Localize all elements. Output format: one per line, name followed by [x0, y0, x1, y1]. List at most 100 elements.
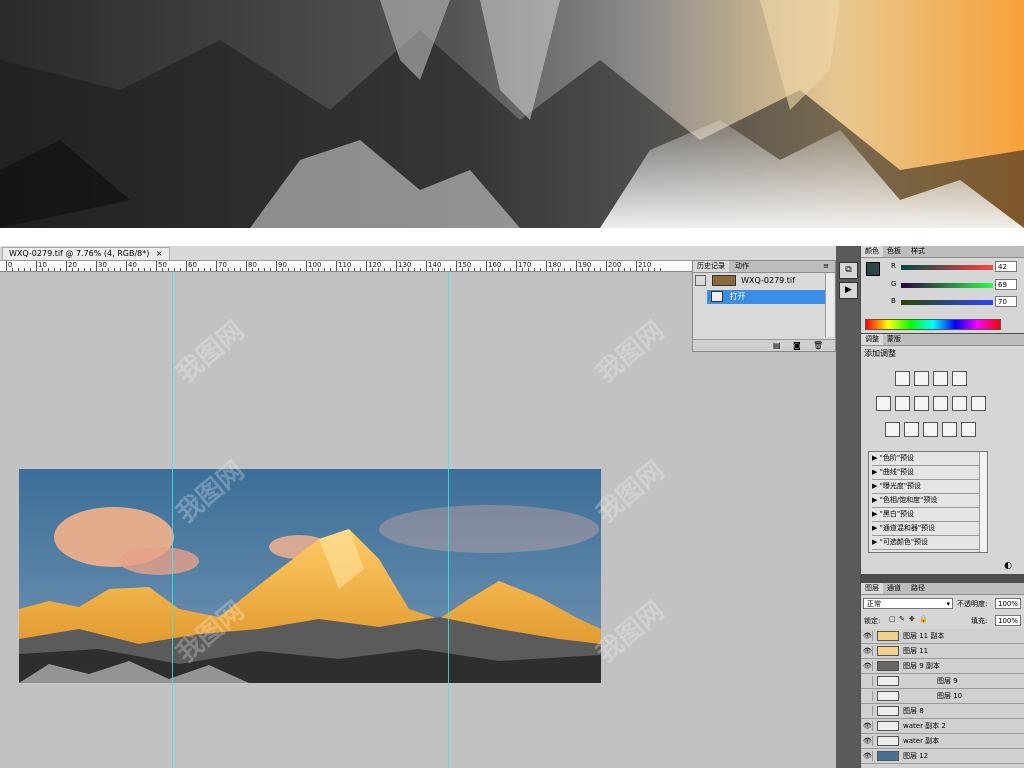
vibrance-icon[interactable]: [876, 396, 891, 411]
ruler-label: 30: [98, 261, 107, 269]
color-balance-icon[interactable]: [914, 396, 929, 411]
layer-row[interactable]: 图层 9: [861, 674, 1024, 689]
panel-menu-icon[interactable]: ≡: [819, 261, 833, 272]
ruler-minor-tick: [228, 268, 229, 271]
preset-levels[interactable]: ▶ "色阶"预设: [872, 452, 984, 466]
ruler-minor-tick: [174, 268, 175, 271]
red-track[interactable]: [901, 265, 993, 270]
photo-filter-icon[interactable]: [952, 396, 967, 411]
layer-row[interactable]: 👁 图层 9 副本: [861, 659, 1024, 674]
snapshot-source-icon[interactable]: [695, 275, 706, 286]
red-value[interactable]: 42: [995, 261, 1017, 272]
actions-panel-icon[interactable]: ▶: [839, 282, 858, 299]
ruler-minor-tick: [474, 268, 475, 271]
fill-input[interactable]: 100%: [995, 615, 1021, 626]
presets-scrollbar[interactable]: [979, 452, 987, 552]
tab-layers[interactable]: 图层: [861, 583, 883, 594]
layer-row[interactable]: 👁 图层 11 副本: [861, 629, 1024, 644]
exposure-icon[interactable]: [952, 371, 967, 386]
layer-row[interactable]: 图层 10: [861, 689, 1024, 704]
trash-icon[interactable]: 🗑: [813, 341, 823, 350]
tab-actions[interactable]: 动作: [731, 261, 753, 272]
chevron-down-icon: ▾: [946, 600, 950, 608]
guide-line-vertical[interactable]: [172, 272, 173, 768]
preset-black-white[interactable]: ▶ "黑白"预设: [872, 508, 984, 522]
tab-styles[interactable]: 样式: [907, 246, 929, 257]
eye-icon[interactable]: 👁: [863, 751, 873, 761]
layer-thumbnail: [877, 736, 899, 746]
curves-icon[interactable]: [933, 371, 948, 386]
tab-masks[interactable]: 蒙版: [883, 334, 905, 345]
hue-saturation-icon[interactable]: [895, 396, 910, 411]
blue-value[interactable]: 70: [995, 296, 1017, 307]
lock-move-icon[interactable]: ✥: [909, 615, 915, 623]
guide-line-vertical[interactable]: [448, 272, 449, 768]
brightness-icon[interactable]: [895, 371, 910, 386]
tab-channels[interactable]: 通道: [883, 583, 905, 594]
preset-curves[interactable]: ▶ "曲线"预设: [872, 466, 984, 480]
ruler-tick: [186, 261, 187, 271]
tab-history[interactable]: 历史记录: [693, 261, 729, 272]
blend-mode-select[interactable]: 正常 ▾: [863, 598, 953, 609]
eye-icon[interactable]: 👁: [863, 646, 873, 656]
layer-row[interactable]: 👁 图层 12: [861, 749, 1024, 764]
green-track[interactable]: [901, 283, 993, 288]
blue-slider[interactable]: B 70: [891, 296, 1021, 309]
tab-swatches[interactable]: 色板: [883, 246, 905, 257]
levels-icon[interactable]: [914, 371, 929, 386]
lock-all-icon[interactable]: 🔒: [919, 615, 928, 623]
preset-selective-color[interactable]: ▶ "可选颜色"预设: [872, 536, 984, 550]
posterize-icon[interactable]: [904, 422, 919, 437]
green-value[interactable]: 69: [995, 279, 1017, 290]
history-step[interactable]: 打开: [707, 290, 825, 304]
lock-transparent-icon[interactable]: ▢: [889, 615, 896, 623]
ruler-minor-tick: [594, 268, 595, 271]
channel-mixer-icon[interactable]: [971, 396, 986, 411]
black-white-icon[interactable]: [933, 396, 948, 411]
layer-row[interactable]: 👁 water 副本: [861, 734, 1024, 749]
preset-hue-saturation[interactable]: ▶ "色相/饱和度"预设: [872, 494, 984, 508]
eye-hidden-icon[interactable]: [863, 706, 873, 716]
history-snapshot[interactable]: WXQ-0279.tif: [695, 274, 825, 288]
tab-color[interactable]: 颜色: [861, 246, 883, 257]
green-slider[interactable]: G 69: [891, 279, 1021, 292]
ruler-minor-tick: [144, 268, 145, 271]
ruler-minor-tick: [324, 268, 325, 271]
eye-icon[interactable]: 👁: [863, 736, 873, 746]
layer-row[interactable]: 图层 8: [861, 704, 1024, 719]
layer-row[interactable]: 👁 图层 11: [861, 644, 1024, 659]
ruler-minor-tick: [210, 268, 211, 271]
eye-icon[interactable]: 👁: [863, 661, 873, 671]
preset-exposure[interactable]: ▶ "曝光度"预设: [872, 480, 984, 494]
preset-channel-mixer[interactable]: ▶ "通道混和器"预设: [872, 522, 984, 536]
tab-adjustments[interactable]: 调整: [861, 334, 883, 345]
eye-icon[interactable]: 👁: [863, 631, 873, 641]
layer-row[interactable]: 👁 water 副本 2: [861, 719, 1024, 734]
snapshot-icon[interactable]: ◙: [793, 341, 801, 350]
new-document-icon[interactable]: ▤: [773, 341, 781, 350]
gradient-map-icon[interactable]: [942, 422, 957, 437]
document-image[interactable]: [19, 469, 601, 683]
lock-brush-icon[interactable]: ✎: [899, 615, 905, 623]
ruler-minor-tick: [354, 268, 355, 271]
document-tab[interactable]: WXQ-0279.tif @ 7.76% (4, RGB/8*) ×: [2, 247, 170, 260]
history-scrollbar[interactable]: [825, 273, 834, 337]
ruler-label: 170: [518, 261, 532, 269]
opacity-input[interactable]: 100%: [995, 598, 1021, 609]
layer-thumbnail: [877, 691, 899, 701]
invert-icon[interactable]: [885, 422, 900, 437]
threshold-icon[interactable]: [923, 422, 938, 437]
close-icon[interactable]: ×: [156, 249, 163, 258]
eye-hidden-icon[interactable]: [863, 691, 873, 701]
color-spectrum-bar[interactable]: [865, 319, 1001, 330]
tab-paths[interactable]: 路径: [907, 583, 929, 594]
blue-track[interactable]: [901, 300, 993, 305]
selective-color-icon[interactable]: [961, 422, 976, 437]
eye-icon[interactable]: 👁: [863, 721, 873, 731]
red-slider[interactable]: R 42: [891, 261, 1021, 274]
history-panel-icon[interactable]: ⧉: [839, 262, 858, 279]
preset-label: "曲线"预设: [879, 468, 915, 476]
foreground-color-swatch[interactable]: [866, 262, 880, 276]
eye-hidden-icon[interactable]: [863, 676, 873, 686]
adjustment-options-icon[interactable]: ◐: [1004, 561, 1012, 571]
